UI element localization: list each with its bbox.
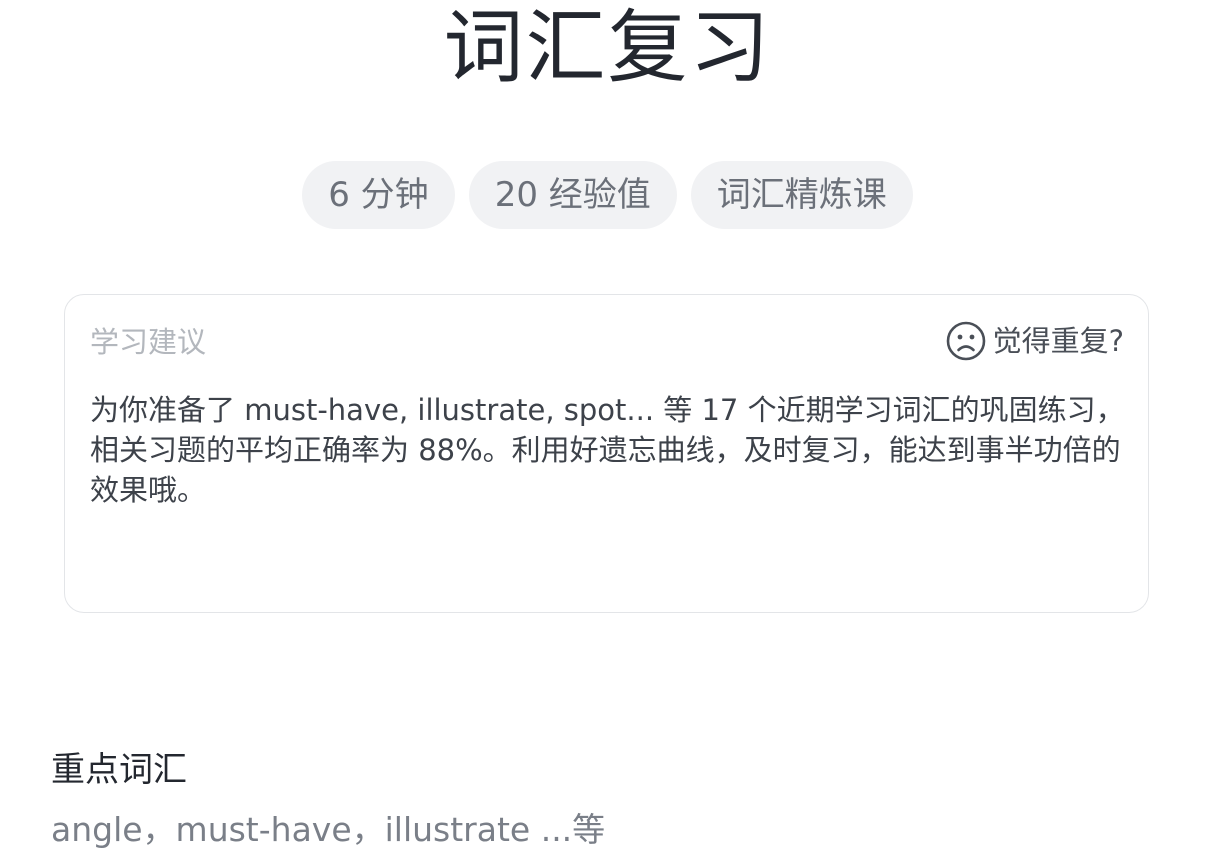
study-advice-text: 为你准备了 must-have, illustrate, spot... 等 1…: [90, 393, 1125, 507]
frown-face-icon: [946, 321, 985, 361]
key-vocab-list: angle，must-have，illustrate ...等: [51, 810, 606, 849]
feels-repetitive-button[interactable]: 觉得重复?: [945, 320, 1124, 362]
lesson-tags: 6 分钟 20 经验值 词汇精炼课: [0, 161, 1215, 229]
key-vocab-title: 重点词汇: [51, 750, 187, 790]
course-type-tag: 词汇精炼课: [690, 161, 913, 229]
study-advice-label: 学习建议: [90, 325, 207, 359]
page-title: 词汇复习: [443, 1, 772, 94]
xp-tag: 20 经验值: [468, 161, 677, 229]
vocab-review-page: 词汇复习 6 分钟 20 经验值 词汇精炼课 学习建议 觉得重复? 为你准备了 …: [0, 0, 1215, 858]
duration-tag: 6 分钟: [302, 161, 455, 229]
feels-repetitive-label: 觉得重复?: [992, 324, 1124, 358]
